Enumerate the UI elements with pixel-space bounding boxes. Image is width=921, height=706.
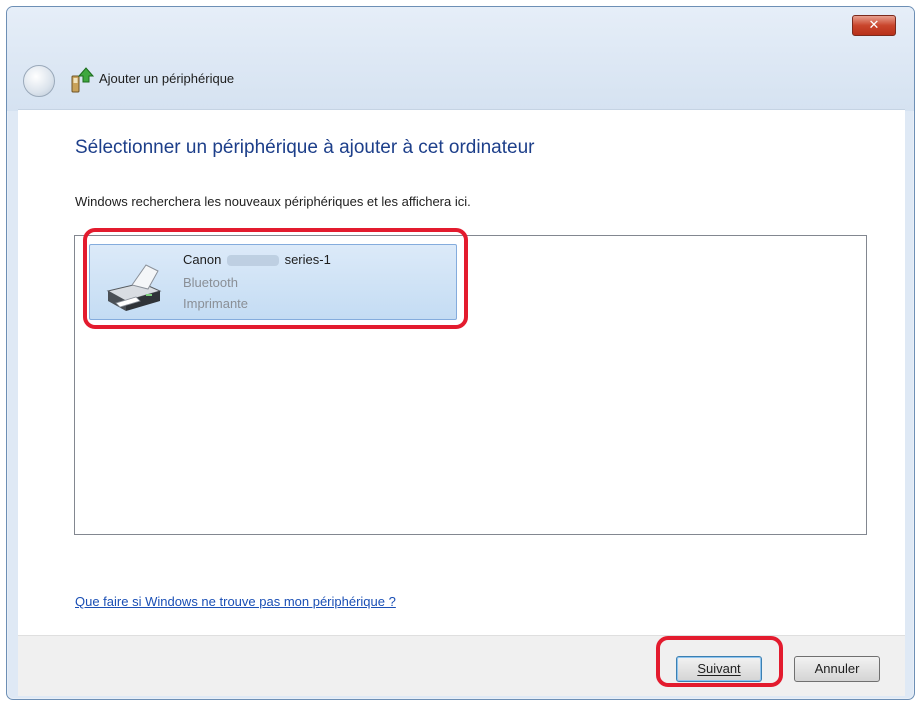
back-button[interactable] bbox=[23, 65, 55, 97]
window-title: Ajouter un périphérique bbox=[99, 71, 235, 86]
device-icon bbox=[71, 67, 95, 93]
device-name: Canon series-1 bbox=[183, 252, 331, 267]
redacted-model bbox=[226, 255, 279, 267]
device-type: Imprimante bbox=[183, 296, 249, 311]
device-item-printer[interactable]: Canon series-1 Bluetooth Imprimante bbox=[89, 244, 457, 320]
add-device-window: ✕ Ajouter un périphérique Sélectionner u… bbox=[6, 6, 915, 700]
main-content: Sélectionner un périphérique à ajouter à… bbox=[18, 109, 905, 636]
next-button[interactable]: Suivant bbox=[676, 656, 762, 682]
footer-bar: Suivant Annuler bbox=[18, 635, 905, 696]
device-name-suffix: series-1 bbox=[284, 252, 331, 267]
device-list[interactable]: Canon series-1 Bluetooth Imprimante bbox=[74, 235, 867, 535]
close-icon: ✕ bbox=[868, 18, 880, 33]
title-bar: ✕ Ajouter un périphérique bbox=[7, 7, 914, 111]
help-link[interactable]: Que faire si Windows ne trouve pas mon p… bbox=[75, 594, 396, 609]
printer-icon bbox=[106, 264, 162, 311]
next-button-label: Suivant bbox=[697, 661, 741, 676]
device-connection: Bluetooth bbox=[183, 275, 238, 290]
close-button[interactable]: ✕ bbox=[852, 15, 896, 36]
cancel-button[interactable]: Annuler bbox=[794, 656, 880, 682]
device-name-prefix: Canon bbox=[183, 252, 222, 267]
instruction-text: Windows recherchera les nouveaux périphé… bbox=[75, 194, 471, 209]
page-heading: Sélectionner un périphérique à ajouter à… bbox=[75, 137, 535, 158]
